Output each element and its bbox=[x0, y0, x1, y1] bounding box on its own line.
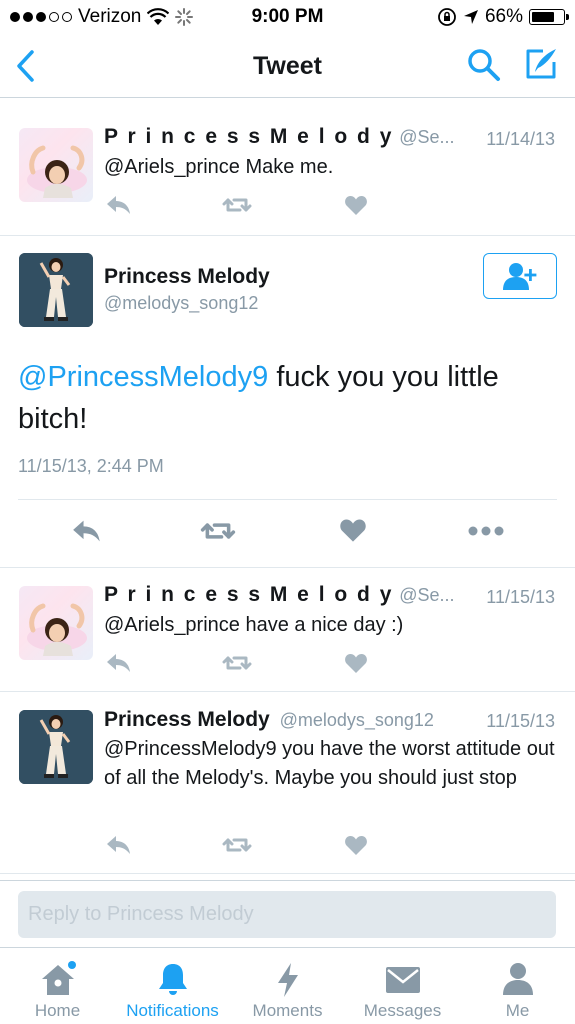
search-icon[interactable] bbox=[467, 48, 501, 82]
person-icon bbox=[502, 963, 533, 995]
avatar[interactable] bbox=[19, 128, 93, 202]
bell-icon bbox=[158, 964, 187, 995]
envelope-icon bbox=[385, 967, 420, 993]
tab-moments[interactable]: Moments bbox=[230, 948, 345, 1024]
tweet-author[interactable]: P r i n c e s s M e l o d y @Se... bbox=[104, 583, 455, 607]
tweet-item[interactable]: P r i n c e s s M e l o d y @Se... 11/14… bbox=[0, 110, 575, 236]
tweet-text: @PrincessMelody9 you have the worst atti… bbox=[104, 738, 555, 789]
battery-percent: 66% bbox=[484, 6, 523, 27]
location-arrow-icon bbox=[463, 10, 478, 24]
tab-notifications[interactable]: Notifications bbox=[115, 948, 230, 1024]
home-icon bbox=[41, 961, 76, 995]
more-options-icon[interactable] bbox=[468, 526, 504, 536]
rotation-lock-icon bbox=[438, 8, 456, 26]
tweet-author[interactable]: Princess Melody bbox=[104, 265, 270, 289]
retweet-icon[interactable] bbox=[222, 652, 252, 674]
avatar[interactable] bbox=[19, 710, 93, 784]
tweet-handle: @melodys_song12 bbox=[279, 710, 434, 730]
tab-label: Notifications bbox=[126, 1001, 219, 1020]
avatar[interactable] bbox=[19, 586, 93, 660]
tweet-item[interactable]: Princess Melody @melodys_song12 11/15/13… bbox=[0, 692, 575, 874]
tab-label: Me bbox=[505, 1001, 530, 1020]
reply-icon[interactable] bbox=[72, 518, 102, 544]
status-bar: Verizon 9:00 PM 66% bbox=[0, 0, 575, 36]
tab-home[interactable]: Home bbox=[0, 948, 115, 1024]
add-user-icon bbox=[503, 263, 537, 290]
tab-label: Home bbox=[34, 1001, 81, 1020]
tab-messages[interactable]: Messages bbox=[345, 948, 460, 1024]
tweet-date: 11/14/13 bbox=[486, 129, 555, 149]
avatar[interactable] bbox=[19, 253, 93, 327]
retweet-icon[interactable] bbox=[222, 834, 252, 856]
battery-icon bbox=[529, 9, 569, 25]
focused-tweet-text: @PrincessMelody9 fuck you you little bit… bbox=[18, 356, 555, 440]
tweet-text: @Ariels_prince have a nice day :) bbox=[104, 614, 404, 636]
tweet-item[interactable]: P r i n c e s s M e l o d y @Se... 11/15… bbox=[0, 568, 575, 692]
like-icon[interactable] bbox=[344, 652, 368, 674]
divider bbox=[18, 499, 557, 500]
tweet-timestamp: 11/15/13, 2:44 PM bbox=[18, 456, 164, 476]
retweet-icon[interactable] bbox=[200, 518, 236, 544]
compose-icon[interactable] bbox=[523, 46, 559, 82]
tweet-date: 11/15/13 bbox=[486, 711, 555, 731]
reply-icon[interactable] bbox=[106, 194, 132, 216]
tweet-date: 11/15/13 bbox=[486, 587, 555, 607]
tweet-author[interactable]: P r i n c e s s M e l o d y @Se... bbox=[104, 125, 455, 149]
lightning-icon bbox=[277, 963, 298, 997]
tweet-handle[interactable]: @melodys_song12 bbox=[104, 293, 258, 314]
navigation-bar: Tweet bbox=[0, 36, 575, 98]
follow-button[interactable] bbox=[483, 253, 557, 299]
like-icon[interactable] bbox=[344, 194, 368, 216]
like-icon[interactable] bbox=[339, 517, 367, 543]
tweet-text: @Ariels_prince Make me. bbox=[104, 156, 334, 178]
tweet-handle: @Se... bbox=[399, 127, 455, 147]
tweet-author[interactable]: Princess Melody @melodys_song12 bbox=[104, 708, 434, 732]
mention-link[interactable]: @PrincessMelody9 bbox=[18, 361, 268, 393]
tab-label: Moments bbox=[252, 1001, 323, 1020]
reply-icon[interactable] bbox=[106, 652, 132, 674]
reply-icon[interactable] bbox=[106, 834, 132, 856]
reply-bar bbox=[0, 880, 575, 946]
reply-input[interactable] bbox=[18, 891, 556, 938]
tab-bar: Home Notifications Moments Messages Me bbox=[0, 947, 575, 1024]
tweet-actions bbox=[0, 514, 575, 550]
tab-me[interactable]: Me bbox=[460, 948, 575, 1024]
like-icon[interactable] bbox=[344, 834, 368, 856]
tab-label: Messages bbox=[363, 1001, 442, 1020]
retweet-icon[interactable] bbox=[222, 194, 252, 216]
tweet-handle: @Se... bbox=[399, 585, 455, 605]
